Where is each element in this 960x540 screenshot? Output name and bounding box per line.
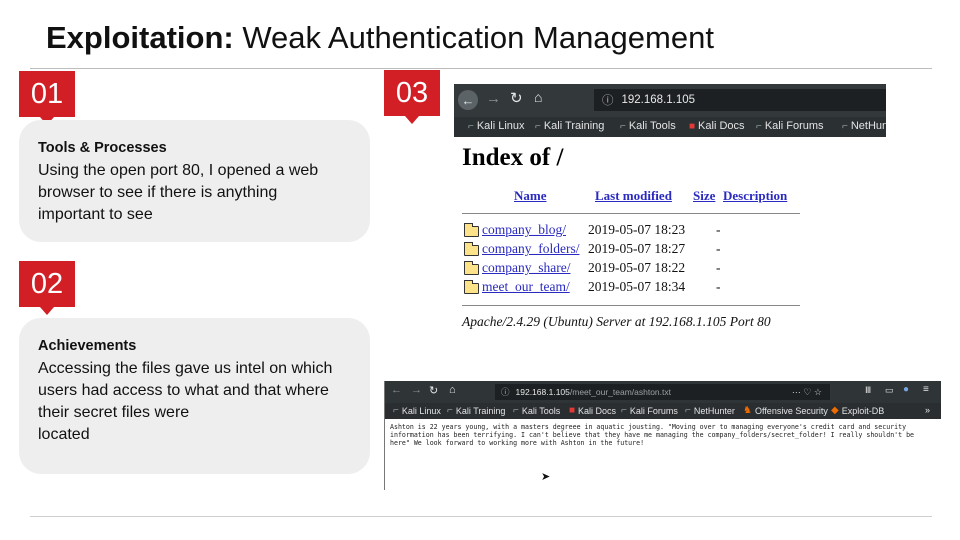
bookmark-nethunter[interactable]: ⌐ NetHunter — [685, 405, 735, 416]
overflow-chevron-icon[interactable]: » — [925, 405, 930, 415]
footer-divider — [30, 516, 932, 517]
folder-icon — [464, 280, 479, 294]
kali-icon: ⌐ — [468, 120, 474, 132]
kali-icon: ⌐ — [621, 405, 627, 416]
address-host: 192.168.1.105 — [515, 387, 570, 397]
address-bar[interactable]: ⓘ 192.168.1.105/meet_our_team/ashton.txt… — [495, 384, 830, 400]
home-icon[interactable]: ⌂ — [534, 89, 542, 105]
back-icon[interactable]: ← — [391, 384, 402, 396]
reload-icon[interactable]: ↻ — [510, 89, 523, 107]
bookmark-kali-tools[interactable]: ⌐ Kali Tools — [513, 405, 560, 416]
reload-icon[interactable]: ↻ — [429, 384, 438, 397]
step-number-01: 01 — [19, 71, 75, 125]
directory-link[interactable]: company_share/ — [482, 260, 570, 276]
address-path: /meet_our_team/ashton.txt — [569, 387, 671, 397]
home-icon[interactable]: ⌂ — [449, 384, 456, 396]
bookmark-kali-forums[interactable]: ⌐ Kali Forums — [756, 120, 824, 132]
account-icon[interactable]: ● — [903, 384, 909, 395]
bookmark-offensive-security[interactable]: ♞ Offensive Security — [743, 405, 828, 416]
folder-icon — [464, 242, 479, 256]
column-header-name[interactable]: Name — [514, 188, 547, 204]
offsec-icon: ♞ — [743, 405, 752, 416]
step-body-achievements: Accessing the files gave us intel on whi… — [38, 360, 333, 443]
row-size: - — [716, 222, 721, 237]
file-text-content: Ashton is 22 years young, with a masters… — [390, 423, 915, 447]
step-heading-tools: Tools & Processes — [38, 140, 167, 156]
row-modified: 2019-05-07 18:34 — [588, 279, 686, 294]
listing-divider-top — [462, 213, 800, 214]
bookmark-kali-docs[interactable]: ■ Kali Docs — [689, 120, 745, 132]
row-size: - — [716, 279, 721, 294]
kali-icon: ⌐ — [447, 405, 453, 416]
row-modified: 2019-05-07 18:22 — [588, 260, 686, 275]
bookmark-kali-training[interactable]: ⌐ Kali Training — [535, 120, 604, 132]
screenshot-directory-listing: ← → ↻ ⌂ ⓘ 192.168.1.105 ⌐ Kali Linux ⌐ Kal… — [454, 84, 886, 343]
bookmark-nethunter[interactable]: ⌐ NetHun — [842, 120, 886, 132]
bookmark-kali-linux[interactable]: ⌐ Kali Linux — [393, 405, 441, 416]
row-size: - — [716, 260, 721, 275]
row-size: - — [716, 241, 721, 256]
forward-icon[interactable]: → — [486, 90, 501, 107]
bookmark-kali-training[interactable]: ⌐ Kali Training — [447, 405, 505, 416]
page-heading: Index of / — [462, 144, 564, 171]
address-bar[interactable]: ⓘ 192.168.1.105 — [594, 89, 886, 111]
bookmarks-toolbar: ⌐ Kali Linux ⌐ Kali Training ⌐ Kali Tools ■… — [385, 403, 941, 419]
kali-icon: ⌐ — [756, 120, 762, 132]
slide-title: Exploitation: Weak Authentication Manage… — [46, 20, 714, 56]
browser-toolbar: ← → ↻ ⌂ ⓘ 192.168.1.105/meet_our_team/as… — [385, 381, 941, 403]
docs-icon: ■ — [569, 405, 576, 416]
step-heading-achievements: Achievements — [38, 338, 137, 354]
bookmark-kali-docs[interactable]: ■ Kali Docs — [569, 405, 616, 416]
slide-title-bold: Exploitation: — [46, 20, 234, 55]
kali-icon: ⌐ — [620, 120, 626, 132]
kali-icon: ⌐ — [393, 405, 399, 416]
kali-icon: ⌐ — [685, 405, 691, 416]
row-modified: 2019-05-07 18:27 — [588, 241, 686, 256]
mouse-cursor-icon: ➤ — [541, 471, 551, 483]
docs-icon: ■ — [689, 120, 696, 132]
bookmarks-toolbar: ⌐ Kali Linux ⌐ Kali Training ⌐ Kali Tools ■… — [454, 117, 886, 137]
back-icon[interactable]: ← — [458, 90, 478, 110]
forward-icon[interactable]: → — [411, 384, 422, 396]
listing-divider-bottom — [462, 305, 800, 306]
sidebar-icon[interactable]: ▭ — [885, 385, 894, 396]
menu-icon[interactable]: ≡ — [923, 384, 929, 395]
column-header-description[interactable]: Description — [723, 188, 787, 204]
directory-link[interactable]: company_blog/ — [482, 222, 566, 238]
column-header-last-modified[interactable]: Last modified — [595, 188, 672, 204]
title-divider — [30, 68, 932, 69]
step-number-02: 02 — [19, 261, 75, 315]
library-icon[interactable]: Ⅲ — [865, 385, 871, 396]
server-signature: Apache/2.4.29 (Ubuntu) Server at 192.168… — [462, 314, 771, 329]
step-card-achievements: Achievements Accessing the files gave us… — [19, 318, 370, 474]
bookmark-kali-tools[interactable]: ⌐ Kali Tools — [620, 120, 676, 132]
address-url: 192.168.1.105 — [621, 94, 696, 106]
kali-icon: ⌐ — [535, 120, 541, 132]
slide-title-rest: Weak Authentication Management — [233, 20, 714, 55]
bookmark-kali-forums[interactable]: ⌐ Kali Forums — [621, 405, 678, 416]
page-actions-icon[interactable]: ⋯ ♡ ☆ — [792, 387, 822, 398]
exploit-db-icon: ◆ — [831, 405, 839, 416]
kali-icon: ⌐ — [842, 120, 848, 132]
browser-toolbar: ← → ↻ ⌂ ⓘ 192.168.1.105 — [454, 84, 886, 117]
directory-link[interactable]: company_folders/ — [482, 241, 579, 257]
bookmark-kali-linux[interactable]: ⌐ Kali Linux — [468, 120, 525, 132]
info-icon: ⓘ — [602, 95, 614, 107]
screenshot-text-file: ← → ↻ ⌂ ⓘ 192.168.1.105/meet_our_team/as… — [384, 381, 941, 490]
row-modified: 2019-05-07 18:23 — [588, 222, 686, 237]
folder-icon — [464, 261, 479, 275]
bookmark-exploit-db[interactable]: ◆ Exploit-DB — [831, 405, 884, 416]
directory-link[interactable]: meet_our_team/ — [482, 279, 570, 295]
info-icon: ⓘ — [501, 387, 510, 397]
folder-icon — [464, 223, 479, 237]
column-header-size[interactable]: Size — [693, 188, 715, 204]
kali-icon: ⌐ — [513, 405, 519, 416]
step-card-tools: Tools & Processes Using the open port 80… — [19, 120, 370, 242]
step-number-03: 03 — [384, 70, 440, 124]
step-body-tools: Using the open port 80, I opened a web b… — [38, 162, 319, 223]
